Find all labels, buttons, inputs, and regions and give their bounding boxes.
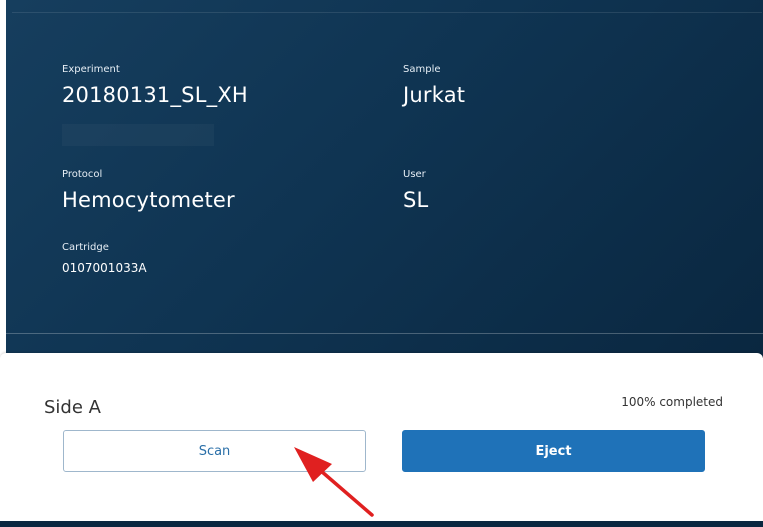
- sample-label: Sample: [403, 64, 441, 75]
- cartridge-label: Cartridge: [62, 242, 109, 253]
- eject-button[interactable]: Eject: [402, 430, 705, 472]
- sample-value: Jurkat: [403, 83, 466, 107]
- panel-top-divider: [12, 12, 762, 13]
- experiment-value: 20180131_SL_XH: [62, 83, 248, 107]
- screen: Experiment 20180131_SL_XH Sample Jurkat …: [0, 0, 763, 527]
- cartridge-field: Cartridge 0107001033A: [62, 242, 147, 276]
- panel-bottom-divider: [6, 333, 763, 334]
- experiment-info-panel: Experiment 20180131_SL_XH Sample Jurkat …: [6, 0, 763, 358]
- bottom-edge-strip: [0, 521, 763, 527]
- protocol-label: Protocol: [62, 169, 103, 180]
- user-field: User SL: [403, 169, 428, 213]
- scan-button[interactable]: Scan: [63, 430, 366, 472]
- sample-field: Sample Jurkat: [403, 64, 465, 108]
- progress-status: 100% completed: [621, 395, 723, 409]
- experiment-label: Experiment: [62, 64, 120, 75]
- experiment-field: Experiment 20180131_SL_XH: [62, 64, 248, 108]
- user-label: User: [403, 169, 426, 180]
- experiment-subfield-placeholder: [62, 124, 214, 146]
- side-a-action-card: Side A 100% completed Scan Eject: [0, 353, 763, 523]
- side-title: Side A: [44, 397, 101, 418]
- user-value: SL: [403, 188, 429, 212]
- cartridge-value: 0107001033A: [62, 261, 147, 275]
- protocol-value: Hemocytometer: [62, 188, 235, 212]
- protocol-field: Protocol Hemocytometer: [62, 169, 235, 213]
